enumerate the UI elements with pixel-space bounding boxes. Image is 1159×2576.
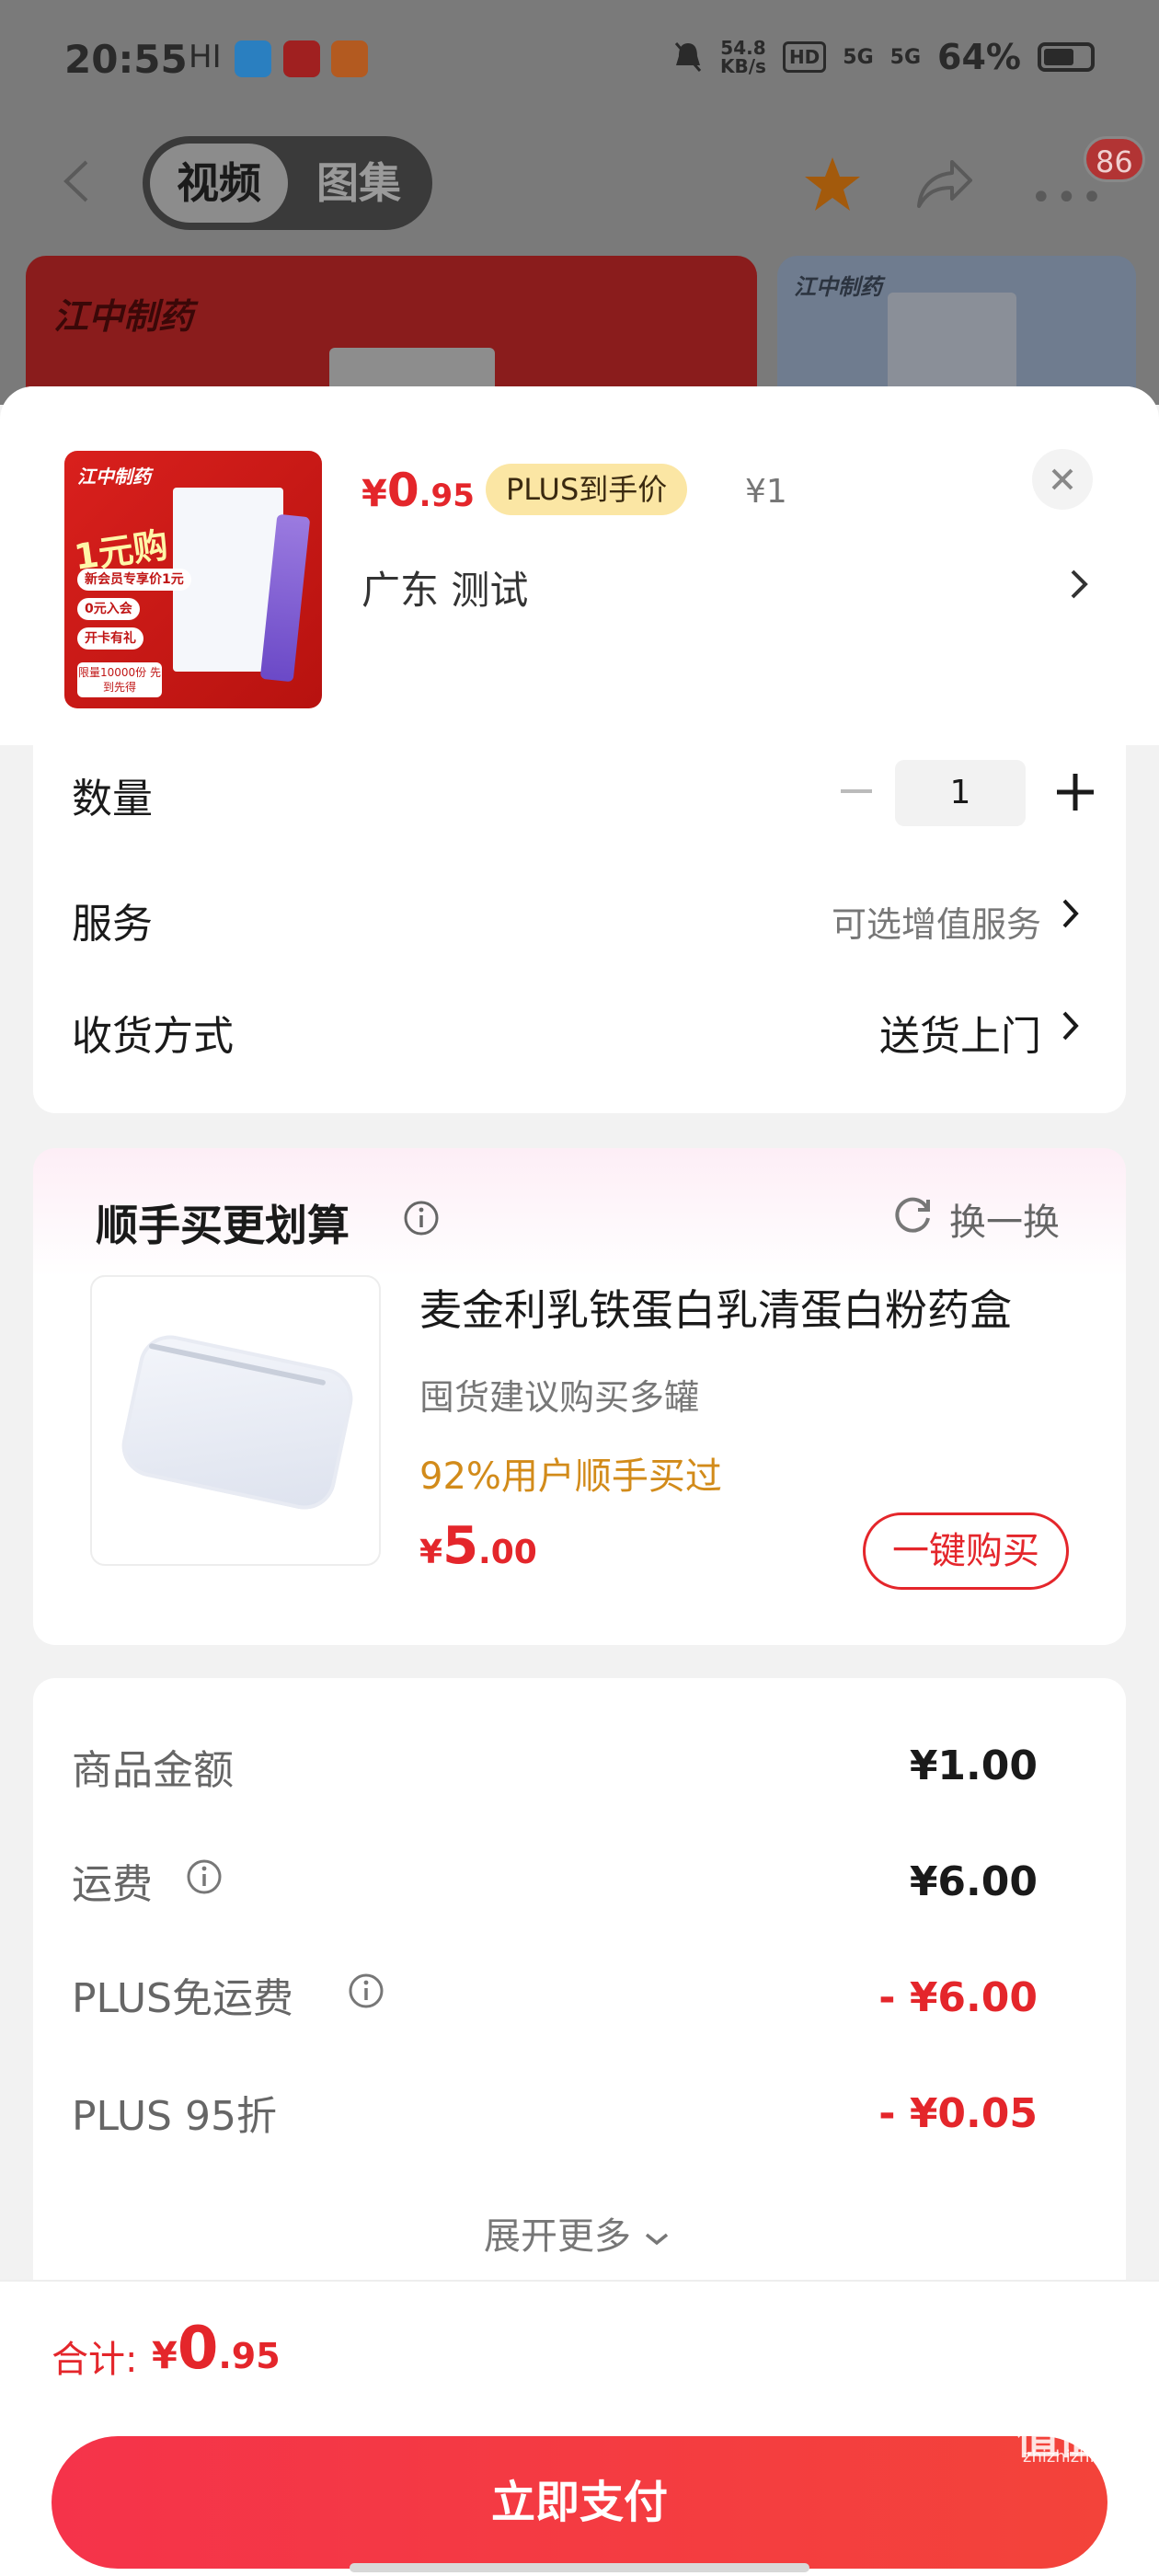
status-right: 54.8 KB/s HD 5G 5G 64% [672, 37, 1095, 77]
summary-label: PLUS免运费 [72, 1975, 293, 2022]
price-decimal: .00 [478, 1534, 537, 1571]
options-card: 数量 1 服务 可选增值服务 收货方式 送货上门 [33, 745, 1126, 1113]
hifi-icon: HI [189, 39, 222, 75]
price-currency: ¥ [419, 1534, 443, 1571]
price-integer: 0 [386, 464, 419, 517]
info-icon[interactable] [403, 1200, 440, 1236]
summary-label: PLUS 95折 [72, 2093, 277, 2140]
background-page: 20:55 HI 54.8 KB/s HD 5G 5G 64% 视频 图集 •••… [0, 0, 1159, 421]
status-bar: 20:55 HI 54.8 KB/s HD 5G 5G 64% [0, 0, 1159, 120]
product-thumbnail[interactable]: 江中制药 1元购 新会员专享价1元 0元入会 开卡有礼 限量10000份 先到先… [64, 451, 322, 708]
total-bar: 合计: ¥ 0 .95 [0, 2280, 1159, 2418]
price-currency: ¥ [361, 473, 387, 515]
quantity-increase-button[interactable] [1050, 766, 1101, 818]
back-arrow-icon[interactable] [55, 158, 101, 204]
plus-price-tag: PLUS到手价 [486, 464, 688, 515]
pill-box-image [116, 1329, 359, 1515]
close-button[interactable] [1032, 449, 1093, 510]
thumb-brand: 江中制药 [77, 466, 151, 488]
expand-more-button[interactable]: 展开更多 [484, 2206, 671, 2260]
battery-icon [1038, 42, 1095, 72]
checkout-sheet: 江中制药 1元购 新会员专享价1元 0元入会 开卡有礼 限量10000份 先到先… [0, 386, 1159, 2576]
app-notification-icon [331, 40, 368, 77]
favorite-star-icon[interactable] [802, 155, 863, 215]
summary-value: ¥6.00 [909, 1858, 1038, 1905]
refresh-icon[interactable] [890, 1192, 935, 1236]
summary-value: ¥1.00 [909, 1742, 1038, 1789]
delivery-chevron-icon[interactable] [1060, 1008, 1082, 1043]
product-header: 江中制药 1元购 新会员专享价1元 0元入会 开卡有礼 限量10000份 先到先… [0, 386, 1159, 745]
share-icon[interactable] [915, 156, 974, 212]
signal-1-icon: 5G [843, 45, 874, 69]
info-icon[interactable] [186, 1858, 223, 1895]
tab-video[interactable]: 视频 [150, 144, 288, 223]
pay-area: 立即支付 [0, 2418, 1159, 2576]
hd-icon: HD [782, 41, 827, 73]
home-indicator[interactable] [350, 2563, 809, 2572]
thumb-pill: 0元入会 [77, 598, 140, 620]
recommended-item-name[interactable]: 麦金利乳铁蛋白乳清蛋白粉药盒 [419, 1277, 1012, 1338]
delivery-method-value[interactable]: 送货上门 [879, 1003, 1041, 1062]
one-click-buy-button[interactable]: 一键购买 [863, 1512, 1069, 1590]
info-icon[interactable] [348, 1972, 384, 2009]
quantity-label: 数量 [72, 776, 153, 822]
quantity-input[interactable]: 1 [895, 760, 1026, 826]
address-chevron-icon[interactable] [1067, 566, 1093, 603]
quantity-decrease-button[interactable] [833, 768, 879, 814]
signal-2-icon: 5G [889, 45, 922, 69]
service-chevron-icon[interactable] [1060, 896, 1082, 931]
summary-label: 运费 [72, 1861, 153, 1908]
summary-value: - ¥6.00 [878, 1974, 1038, 2021]
delivery-address[interactable]: 广东 测试 [361, 559, 528, 615]
network-speed: 54.8 KB/s [719, 37, 766, 77]
banner-brand-small: 江中制药 [794, 274, 882, 300]
refresh-button[interactable]: 换一换 [949, 1192, 1060, 1246]
battery-percent: 64% [937, 37, 1021, 77]
close-icon [1051, 468, 1073, 490]
recommendation-title: 顺手买更划算 [96, 1201, 350, 1250]
qq-app-icon [235, 40, 271, 77]
tab-gallery[interactable]: 图集 [294, 144, 423, 223]
chevron-down-icon [645, 2233, 668, 2246]
original-price: ¥1 [745, 473, 787, 511]
total-price: ¥ 0 .95 [152, 2315, 281, 2383]
product-price: ¥ 0 .95 [361, 464, 475, 517]
recommended-item-image[interactable] [90, 1275, 381, 1566]
summary-value: - ¥0.05 [878, 2090, 1038, 2137]
recommended-item-price: ¥ 5 .00 [419, 1516, 537, 1576]
status-time: 20:55 [64, 37, 188, 82]
mute-bell-icon [674, 42, 702, 72]
service-label: 服务 [72, 901, 153, 948]
media-tabs: 视频 图集 [143, 136, 432, 230]
service-value[interactable]: 可选增值服务 [832, 896, 1041, 947]
taobao-app-icon [283, 40, 320, 77]
thumb-footer: 限量10000份 先到先得 [77, 662, 162, 697]
thumb-pill: 开卡有礼 [77, 627, 143, 650]
more-options-icon[interactable]: ••• [1030, 177, 1107, 219]
thumb-pill: 新会员专享价1元 [77, 569, 191, 591]
pay-now-button[interactable]: 立即支付 [52, 2436, 1107, 2569]
expand-more-label: 展开更多 [484, 2215, 631, 2258]
price-decimal: .95 [419, 477, 475, 514]
watermark-url: zhizhizhi.com [1023, 2447, 1135, 2467]
banner-brand: 江中制药 [53, 296, 194, 337]
summary-label: 商品金额 [72, 1747, 234, 1794]
price-decimal: .95 [218, 2336, 281, 2376]
price-currency: ¥ [152, 2335, 178, 2377]
total-label: 合计: [52, 2339, 138, 2381]
delivery-method-label: 收货方式 [72, 1013, 234, 1060]
recommended-item-popularity: 92%用户顺手买过 [419, 1455, 722, 1498]
price-integer: 0 [177, 2315, 219, 2383]
price-summary-card: 商品金额 ¥1.00 运费 ¥6.00 PLUS免运费 - ¥6.00 PLUS… [33, 1678, 1126, 2322]
message-count-badge: 86 [1084, 136, 1145, 182]
recommended-item-subtitle: 囤货建议购买多罐 [419, 1377, 700, 1418]
price-integer: 5 [442, 1516, 479, 1576]
recommendation-card: 顺手买更划算 换一换 麦金利乳铁蛋白乳清蛋白粉药盒 囤货建议购买多罐 92%用户… [33, 1148, 1126, 1645]
